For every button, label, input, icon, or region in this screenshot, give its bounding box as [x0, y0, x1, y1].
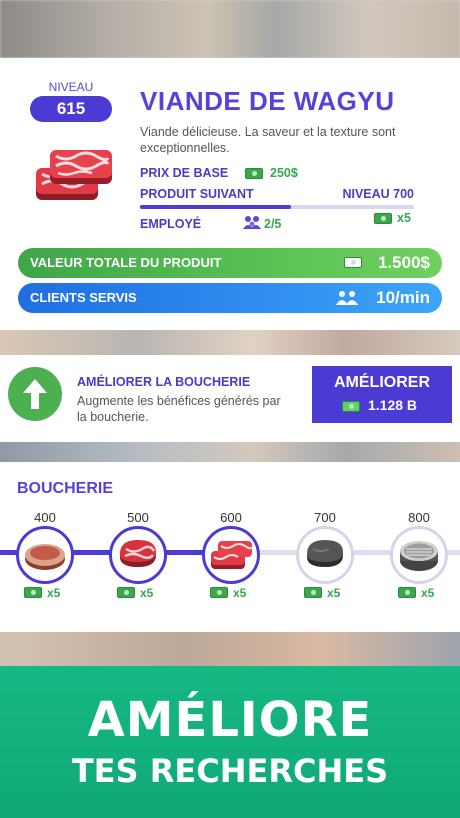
- cash-icon: [342, 401, 360, 412]
- shop-card: BOUCHERIE 400 x5 500 x5 600 x5 700 x5 80…: [0, 462, 460, 632]
- multiplier-text: x5: [140, 586, 154, 600]
- tin-can-icon: [390, 526, 448, 584]
- upgrade-arrow-icon: [8, 367, 62, 421]
- dark-meat-icon: [296, 526, 354, 584]
- background-bottom: [0, 632, 460, 666]
- milestone-node[interactable]: 600 x5: [202, 510, 260, 600]
- milestone-multiplier: x5: [304, 586, 352, 600]
- cash-icon: [245, 168, 263, 179]
- multiplier-text: x5: [421, 586, 435, 600]
- product-card: NIVEAU 615 VIANDE DE WAGYU Viande délici…: [0, 58, 460, 330]
- milestone-multiplier: x5: [398, 586, 446, 600]
- cash-icon: [24, 587, 42, 598]
- next-product-label: PRODUIT SUIVANT: [140, 187, 254, 201]
- background-strip: [0, 330, 460, 358]
- milestone-multiplier: x5: [117, 586, 165, 600]
- milestone-multiplier: x5: [210, 586, 258, 600]
- milestone-level: 400: [34, 510, 56, 525]
- milestone-node[interactable]: 800 x5: [390, 510, 448, 600]
- total-value-amount: 1.500$: [378, 253, 430, 272]
- milestone-level: 800: [408, 510, 430, 525]
- total-value-label: VALEUR TOTALE DU PRODUIT: [30, 255, 222, 270]
- clients-served-label: CLIENTS SERVIS: [30, 290, 137, 305]
- promo-banner: AMÉLIORE TES RECHERCHES: [0, 666, 460, 818]
- upgrade-title: AMÉLIORER LA BOUCHERIE: [77, 375, 251, 389]
- total-value-bar: VALEUR TOTALE DU PRODUIT 1.500$: [18, 248, 442, 278]
- level-badge: 615: [30, 96, 112, 122]
- wagyu-meat-icon: [36, 150, 112, 200]
- multiplier-text: x5: [327, 586, 341, 600]
- next-product-progress: [140, 205, 414, 209]
- product-title: VIANDE DE WAGYU: [140, 86, 395, 116]
- promo-subheadline: TES RECHERCHES: [71, 752, 389, 790]
- shop-title: BOUCHERIE: [17, 480, 114, 497]
- cash-icon: [344, 257, 362, 268]
- upgrade-button-label: AMÉLIORER: [334, 374, 430, 391]
- upgrade-button[interactable]: AMÉLIORER 1.128 B: [312, 366, 452, 423]
- base-price-value: 250$: [270, 166, 298, 180]
- background-strip: [0, 442, 460, 464]
- upgrade-description: Augmente les bénéfices générés par la bo…: [77, 394, 281, 424]
- multiplier-text: x5: [47, 586, 61, 600]
- cash-icon: [210, 587, 228, 598]
- milestone-node[interactable]: 400 x5: [16, 510, 74, 600]
- milestone-node[interactable]: 500 x5: [109, 510, 167, 600]
- cash-icon: [374, 213, 392, 224]
- promo-headline: AMÉLIORE: [87, 692, 373, 748]
- milestone-multiplier: x5: [24, 586, 72, 600]
- level-label: NIVEAU: [48, 80, 94, 94]
- customers-icon: [336, 291, 358, 305]
- raw-steak-icon: [109, 526, 167, 584]
- upgrade-card: AMÉLIORER LA BOUCHERIE Augmente les béné…: [0, 355, 460, 442]
- next-level-label: NIVEAU 700: [342, 187, 414, 201]
- wagyu-icon: [202, 526, 260, 584]
- progress-fill: [140, 205, 291, 209]
- product-description: Viande délicieuse. La saveur et la textu…: [140, 125, 396, 155]
- clients-served-rate: 10/min: [376, 288, 430, 307]
- milestone-level: 600: [220, 510, 242, 525]
- milestone-node[interactable]: 700 x5: [296, 510, 354, 600]
- base-price-label: PRIX DE BASE: [140, 166, 229, 180]
- next-multiplier: x5: [397, 211, 411, 225]
- milestone-level: 700: [314, 510, 336, 525]
- clients-served-bar: CLIENTS SERVIS 10/min: [18, 283, 442, 313]
- cash-icon: [304, 587, 322, 598]
- employee-count: 2/5: [264, 217, 282, 231]
- upgrade-cost: 1.128 B: [368, 397, 418, 413]
- multiplier-text: x5: [233, 586, 247, 600]
- background-top: [0, 0, 460, 58]
- cash-icon: [117, 587, 135, 598]
- cash-icon: [398, 587, 416, 598]
- employees-icon: [243, 216, 261, 229]
- milestone-level: 500: [127, 510, 149, 525]
- employee-label: EMPLOYÉ: [140, 217, 202, 231]
- steak-icon: [16, 526, 74, 584]
